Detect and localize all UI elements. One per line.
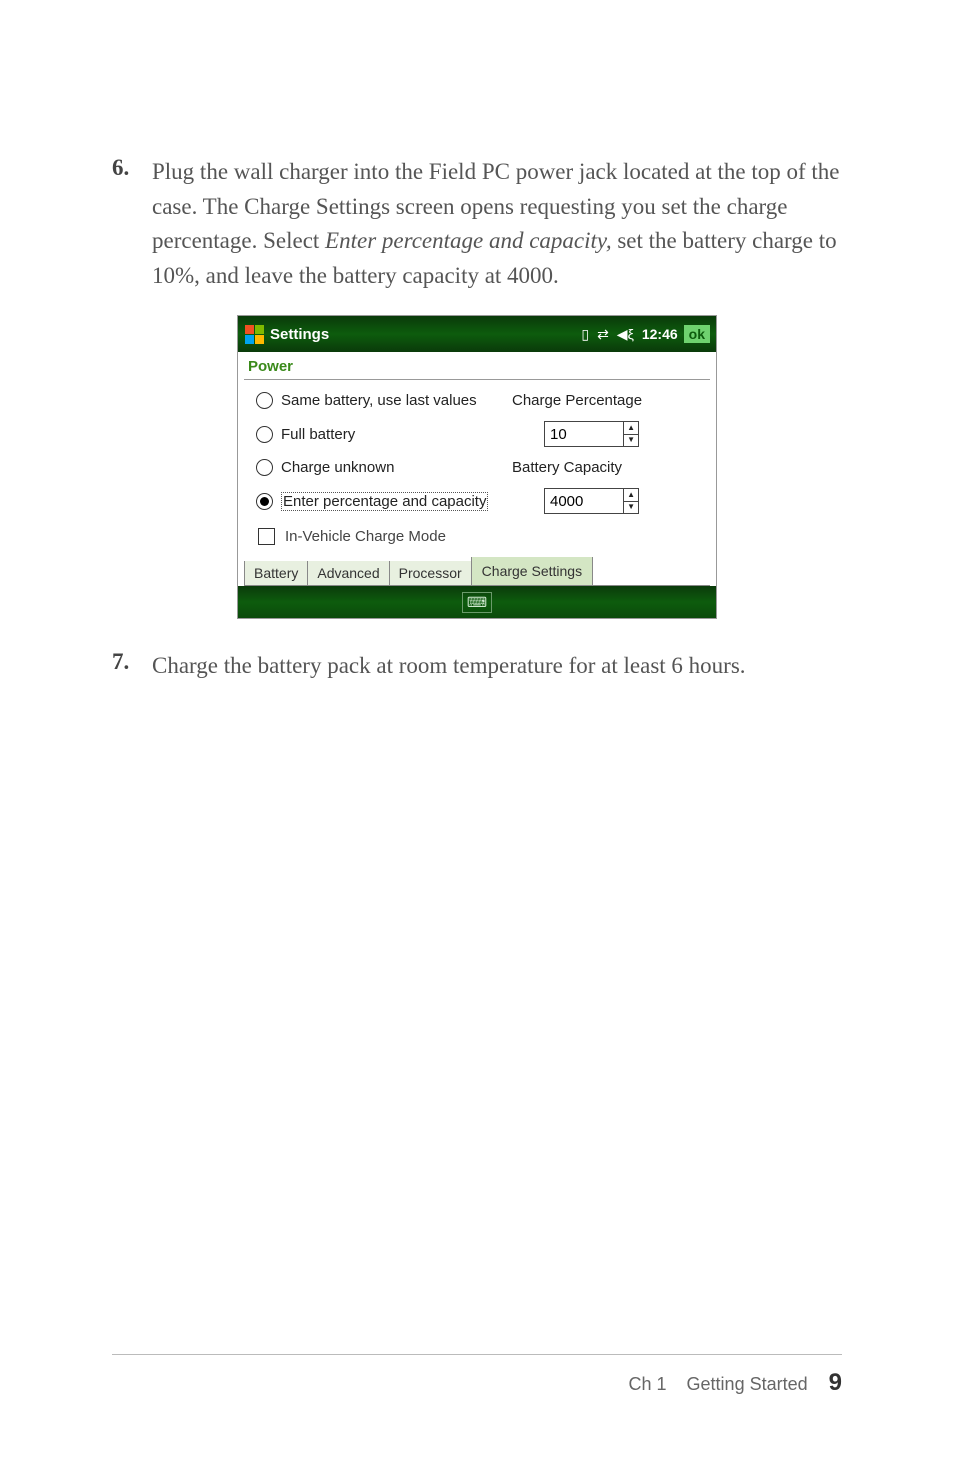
step-text: Charge the battery pack at room temperat… [152,649,746,684]
bottom-bar: ⌨ [238,586,716,618]
spin-down-icon[interactable]: ▼ [624,435,638,447]
tab-charge-settings[interactable]: Charge Settings [471,557,593,586]
spin-buttons[interactable]: ▲▼ [623,489,638,513]
radio-icon [256,459,273,476]
ok-button[interactable]: ok [684,325,710,343]
spin-down-icon[interactable]: ▼ [624,502,638,514]
title-bar: Settings ▯ ⇄ ◀ξ 12:46 ok [238,316,716,352]
signal-icon: ▯ [581,326,589,343]
step-number: 7. [112,649,152,684]
battery-capacity-spinner[interactable]: ▲▼ [544,488,639,514]
radio-label: Enter percentage and capacity [281,492,488,511]
step-text: Plug the wall charger into the Field PC … [152,155,842,293]
battery-capacity-label: Battery Capacity [512,459,702,476]
speaker-icon: ◀ξ [617,326,634,343]
divider [244,379,710,380]
keyboard-icon[interactable]: ⌨ [462,592,492,613]
window-title: Settings [270,326,581,343]
tab-advanced[interactable]: Advanced [307,561,389,586]
radio-full-battery[interactable]: Full battery [256,426,512,443]
spin-up-icon[interactable]: ▲ [624,489,638,502]
charge-percentage-label: Charge Percentage [512,392,702,409]
charge-percentage-spinner[interactable]: ▲▼ [544,421,639,447]
step-7: 7. Charge the battery pack at room tempe… [112,649,842,684]
step-number: 6. [112,155,152,293]
checkbox-label: In-Vehicle Charge Mode [285,528,446,545]
radio-same-battery[interactable]: Same battery, use last values [256,392,512,409]
radio-icon [256,392,273,409]
battery-capacity-input[interactable] [545,489,623,513]
tabs: Battery Advanced Processor Charge Settin… [238,557,716,586]
chapter-label: Ch 1 [629,1374,667,1394]
radio-icon [256,493,273,510]
settings-screenshot: Settings ▯ ⇄ ◀ξ 12:46 ok Power Same batt… [237,315,717,619]
radio-label: Charge unknown [281,459,394,476]
step-6: 6. Plug the wall charger into the Field … [112,155,842,293]
page-number: 9 [829,1369,842,1396]
checkbox-icon [258,528,275,545]
page-footer: Ch 1 Getting Started 9 [112,1354,842,1397]
start-icon[interactable] [244,324,264,344]
radio-label: Full battery [281,426,355,443]
content-grid: Same battery, use last values Charge Per… [238,388,716,522]
sync-icon: ⇄ [597,326,609,343]
in-vehicle-checkbox-row[interactable]: In-Vehicle Charge Mode [238,522,716,557]
panel-title: Power [238,352,716,379]
radio-enter-percentage[interactable]: Enter percentage and capacity [256,492,512,511]
radio-label: Same battery, use last values [281,392,477,409]
radio-icon [256,426,273,443]
status-icons: ▯ ⇄ ◀ξ 12:46 [581,326,677,343]
clock: 12:46 [642,326,678,342]
tab-battery[interactable]: Battery [244,561,308,586]
section-label: Getting Started [687,1374,808,1394]
spin-up-icon[interactable]: ▲ [624,422,638,435]
tab-processor[interactable]: Processor [389,561,472,586]
spin-buttons[interactable]: ▲▼ [623,422,638,446]
em-text: Enter percentage and capacity, [325,228,612,253]
charge-percentage-input[interactable] [545,422,623,446]
radio-charge-unknown[interactable]: Charge unknown [256,459,512,476]
